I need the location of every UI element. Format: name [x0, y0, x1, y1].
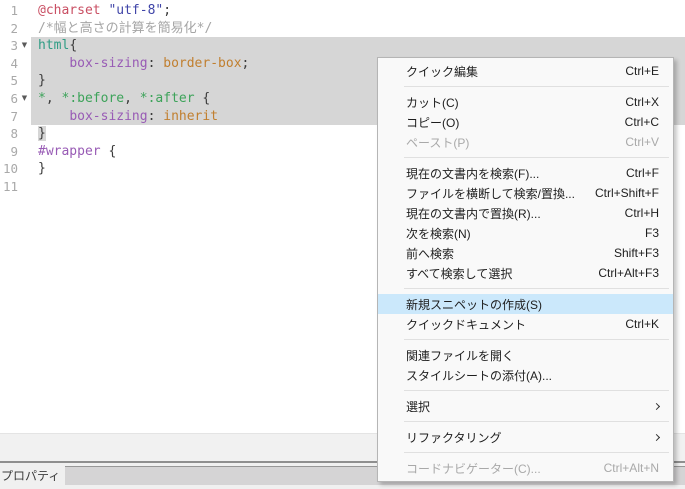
menu-item-shortcut: Ctrl+Alt+F3: [598, 266, 659, 280]
gutter-spacer: [18, 178, 31, 196]
line-number: 4: [10, 55, 18, 71]
menu-item-replace-in-document[interactable]: 現在の文書内で置換(R)... Ctrl+H: [378, 203, 673, 223]
code-line[interactable]: 2 /*幅と高さの計算を簡易化*/: [0, 20, 685, 38]
gutter-spacer: [18, 160, 31, 178]
gutter-spacer: [18, 55, 31, 73]
menu-separator: [404, 390, 669, 391]
menu-item-label: カット(C): [406, 95, 459, 110]
menu-item-find-next[interactable]: 次を検索(N) F3: [378, 223, 673, 243]
fold-arrow-icon[interactable]: ▼: [18, 90, 31, 108]
menu-item-label: 新規スニペットの作成(S): [406, 297, 542, 312]
menu-item-find-replace-in-files[interactable]: ファイルを横断して検索/置換... Ctrl+Shift+F: [378, 183, 673, 203]
menu-item-shortcut: Ctrl+X: [625, 95, 659, 109]
menu-item-paste[interactable]: ペースト(P) Ctrl+V: [378, 132, 673, 152]
menu-item-shortcut: Ctrl+E: [625, 64, 659, 78]
menu-item-label: スタイルシートの添付(A)...: [406, 368, 552, 383]
gutter-spacer: [18, 2, 31, 20]
menu-item-label: リファクタリング: [406, 430, 502, 445]
gutter-spacer: [18, 72, 31, 90]
menu-item-shortcut: Ctrl+Alt+N: [603, 461, 659, 475]
menu-item-shortcut: Ctrl+F: [626, 166, 659, 180]
line-number: 5: [10, 73, 18, 89]
line-number: 7: [10, 108, 18, 124]
submenu-arrow-icon: [652, 433, 661, 441]
menu-separator: [404, 157, 669, 158]
menu-item-label: コードナビゲーター(C)...: [406, 461, 541, 476]
gutter-spacer: [18, 20, 31, 38]
menu-item-label: ペースト(P): [406, 135, 470, 150]
menu-item-cut[interactable]: カット(C) Ctrl+X: [378, 92, 673, 112]
menu-item-label: 前へ検索: [406, 246, 455, 261]
menu-item-code-navigator[interactable]: コードナビゲーター(C)... Ctrl+Alt+N: [378, 458, 673, 478]
menu-separator: [404, 288, 669, 289]
line-number: 2: [10, 20, 18, 36]
app-window: 1 @charset "utf-8"; 2/*幅と高さの計算を簡易化*/3 ▼ html…: [0, 0, 685, 489]
code-line[interactable]: 3 ▼ html{: [0, 37, 685, 55]
menu-item-shortcut: Ctrl+Shift+F: [594, 186, 659, 200]
submenu-arrow-icon: [652, 402, 661, 410]
menu-separator: [404, 86, 669, 87]
menu-item-find-in-document[interactable]: 現在の文書内を検索(F)... Ctrl+F: [378, 163, 673, 183]
properties-tab[interactable]: プロパティ: [0, 466, 66, 486]
menu-item-label: クイック編集: [406, 64, 479, 79]
line-number: 10: [2, 161, 18, 177]
menu-separator: [404, 339, 669, 340]
menu-item-shortcut: Ctrl+H: [624, 206, 659, 220]
line-number: 11: [2, 178, 18, 194]
menu-item-label: 選択: [406, 399, 431, 414]
gutter-spacer: [18, 125, 31, 143]
menu-item-copy[interactable]: コピー(O) Ctrl+C: [378, 112, 673, 132]
gutter-spacer: [18, 108, 31, 126]
line-number: 1: [10, 3, 18, 18]
menu-item-shortcut: F3: [644, 226, 659, 240]
context-menu: クイック編集 Ctrl+E カット(C) Ctrl+X コピー(O) Ctrl+C ペースト…: [377, 57, 674, 482]
menu-item-shortcut: Ctrl+C: [624, 115, 659, 129]
menu-item-find-previous[interactable]: 前へ検索 Shift+F3: [378, 243, 673, 263]
menu-item-shortcut: Ctrl+K: [625, 317, 659, 331]
menu-item-label: ファイルを横断して検索/置換...: [406, 186, 575, 201]
menu-item-label: 関連ファイルを開く: [406, 348, 515, 363]
code-text: @charset "utf-8";: [38, 3, 172, 18]
menu-item-refactoring[interactable]: リファクタリング: [378, 427, 673, 447]
fold-arrow-icon[interactable]: ▼: [18, 37, 31, 55]
menu-item-label: クイックドキュメント: [406, 317, 527, 332]
code-line[interactable]: 1 @charset "utf-8";: [0, 2, 685, 20]
menu-item-select-all-matches[interactable]: すべて検索して選択 Ctrl+Alt+F3: [378, 263, 673, 283]
menu-item-attach-stylesheet[interactable]: スタイルシートの添付(A)...: [378, 365, 673, 385]
menu-item-select[interactable]: 選択: [378, 396, 673, 416]
menu-item-label: コピー(O): [406, 115, 460, 130]
menu-separator: [404, 421, 669, 422]
menu-item-label: 現在の文書内で置換(R)...: [406, 206, 541, 221]
line-number: 6: [10, 90, 18, 106]
code-text: /*幅と高さの計算を簡易化*/: [38, 20, 213, 36]
line-number: 9: [10, 143, 18, 159]
menu-item-open-related-file[interactable]: 関連ファイルを開く: [378, 345, 673, 365]
line-number: 3: [10, 38, 18, 54]
menu-item-label: すべて検索して選択: [406, 266, 513, 281]
menu-item-label: 次を検索(N): [406, 226, 471, 241]
menu-item-quick-docs[interactable]: クイックドキュメント Ctrl+K: [378, 314, 673, 334]
menu-item-shortcut: Ctrl+V: [625, 135, 659, 149]
line-number: 8: [10, 126, 18, 142]
menu-item-label: 現在の文書内を検索(F)...: [406, 166, 540, 181]
menu-item-shortcut: Shift+F3: [613, 246, 659, 260]
menu-item-create-new-snippet[interactable]: 新規スニペットの作成(S): [378, 294, 673, 314]
code-text: html{: [31, 37, 685, 55]
menu-separator: [404, 452, 669, 453]
gutter-spacer: [18, 143, 31, 161]
menu-item-quick-edit[interactable]: クイック編集 Ctrl+E: [378, 61, 673, 81]
